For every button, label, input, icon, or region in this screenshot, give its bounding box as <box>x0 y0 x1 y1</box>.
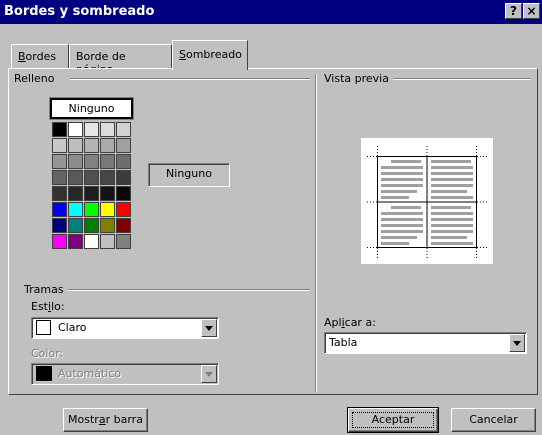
color-swatch-cell[interactable] <box>68 138 83 153</box>
color-value: Automático <box>58 367 122 380</box>
color-swatch-cell[interactable] <box>116 154 131 169</box>
color-swatch-cell[interactable] <box>68 218 83 233</box>
fill-selected-display: Ninguno <box>148 163 230 187</box>
color-swatch <box>36 366 52 381</box>
preview-text-line <box>431 242 473 245</box>
show-toolbar-button[interactable]: Mostrar barra <box>63 408 148 432</box>
color-swatch-cell[interactable] <box>52 186 67 201</box>
preview-text-line <box>431 172 473 175</box>
preview-text-line <box>381 178 423 181</box>
preview-text-line <box>391 206 421 209</box>
table-preview-graphic <box>367 146 487 258</box>
color-swatch-cell[interactable] <box>100 202 115 217</box>
fill-group-line <box>70 78 310 80</box>
preview-group-label: Vista previa <box>324 72 393 85</box>
preview-text-line <box>381 190 417 193</box>
style-dropdown[interactable]: Claro <box>31 317 219 339</box>
color-swatch-cell[interactable] <box>68 154 83 169</box>
color-swatch-cell[interactable] <box>116 170 131 185</box>
ok-button[interactable]: Aceptar <box>347 407 439 433</box>
color-swatch-cell[interactable] <box>84 170 99 185</box>
preview-text-line <box>381 212 423 215</box>
color-swatch-cell[interactable] <box>100 154 115 169</box>
apply-to-dropdown[interactable]: Tabla <box>324 332 527 354</box>
color-dropdown[interactable]: Automático <box>31 363 219 385</box>
style-label: Estilo: <box>31 300 65 313</box>
color-swatch-cell[interactable] <box>116 138 131 153</box>
color-swatch-cell[interactable] <box>84 138 99 153</box>
color-swatch-cell[interactable] <box>68 234 83 249</box>
preview-text-line <box>431 230 473 233</box>
fill-group-label: Relleno <box>14 72 59 85</box>
preview-text-line <box>391 160 421 163</box>
color-swatch-cell[interactable] <box>116 234 131 249</box>
preview-text-line <box>381 172 423 175</box>
color-swatch-cell[interactable] <box>52 154 67 169</box>
color-swatch-cell[interactable] <box>100 122 115 137</box>
color-swatch-cell[interactable] <box>52 138 67 153</box>
patterns-group-label: Tramas <box>24 283 68 296</box>
color-swatch-cell[interactable] <box>52 234 67 249</box>
section-divider <box>315 74 317 392</box>
chevron-down-icon[interactable] <box>509 334 525 352</box>
color-swatch-cell[interactable] <box>116 122 131 137</box>
color-swatch-cell[interactable] <box>68 122 83 137</box>
color-swatch-cell[interactable] <box>52 218 67 233</box>
color-swatch-cell[interactable] <box>100 138 115 153</box>
preview-text-line <box>431 236 467 239</box>
preview-text-line <box>381 230 423 233</box>
preview-text-line <box>431 224 473 227</box>
color-swatch-cell[interactable] <box>52 170 67 185</box>
focus-rect <box>352 412 434 428</box>
color-swatch-cell[interactable] <box>84 234 99 249</box>
color-swatch-cell[interactable] <box>100 170 115 185</box>
table-preview <box>361 138 493 264</box>
color-swatch-cell[interactable] <box>84 202 99 217</box>
color-swatch-cell[interactable] <box>52 202 67 217</box>
cancel-button[interactable]: Cancelar <box>451 408 536 432</box>
preview-text-line <box>381 242 409 245</box>
preview-text-line <box>431 184 473 187</box>
color-swatch-cell[interactable] <box>84 218 99 233</box>
color-swatch-cell[interactable] <box>52 122 67 137</box>
color-swatch-cell[interactable] <box>84 186 99 201</box>
color-swatch-cell[interactable] <box>100 218 115 233</box>
color-swatch-cell[interactable] <box>100 186 115 201</box>
patterns-group-line <box>66 289 310 291</box>
color-swatch-cell[interactable] <box>100 234 115 249</box>
preview-text-line <box>381 166 423 169</box>
apply-to-value: Tabla <box>329 336 358 349</box>
preview-text-line <box>431 160 471 163</box>
color-label: Color: <box>31 347 64 360</box>
preview-text-line <box>431 190 467 193</box>
style-swatch <box>36 320 51 335</box>
preview-text-line <box>431 196 473 199</box>
apply-to-label: Aplicar a: <box>324 316 376 329</box>
style-value: Claro <box>58 321 87 334</box>
color-swatch-cell[interactable] <box>116 202 131 217</box>
preview-text-line <box>431 166 473 169</box>
color-swatch-cell[interactable] <box>68 186 83 201</box>
color-swatch-cell[interactable] <box>84 122 99 137</box>
preview-text-line <box>381 184 423 187</box>
preview-group-line <box>385 78 531 80</box>
chevron-down-icon[interactable] <box>201 319 217 337</box>
preview-text-line <box>431 212 473 215</box>
fill-none-button[interactable]: Ninguno <box>49 97 134 120</box>
color-swatch-cell[interactable] <box>116 218 131 233</box>
preview-text-line <box>431 178 473 181</box>
preview-text-line <box>381 224 423 227</box>
preview-text-line <box>381 196 409 199</box>
chevron-down-icon[interactable] <box>201 365 217 383</box>
color-swatch-cell[interactable] <box>84 154 99 169</box>
preview-text-line <box>381 218 423 221</box>
color-swatch-cell[interactable] <box>116 186 131 201</box>
preview-text-line <box>431 206 471 209</box>
preview-text-line <box>431 218 473 221</box>
preview-text-line <box>381 236 417 239</box>
color-swatch-cell[interactable] <box>68 170 83 185</box>
color-swatch-cell[interactable] <box>68 202 83 217</box>
